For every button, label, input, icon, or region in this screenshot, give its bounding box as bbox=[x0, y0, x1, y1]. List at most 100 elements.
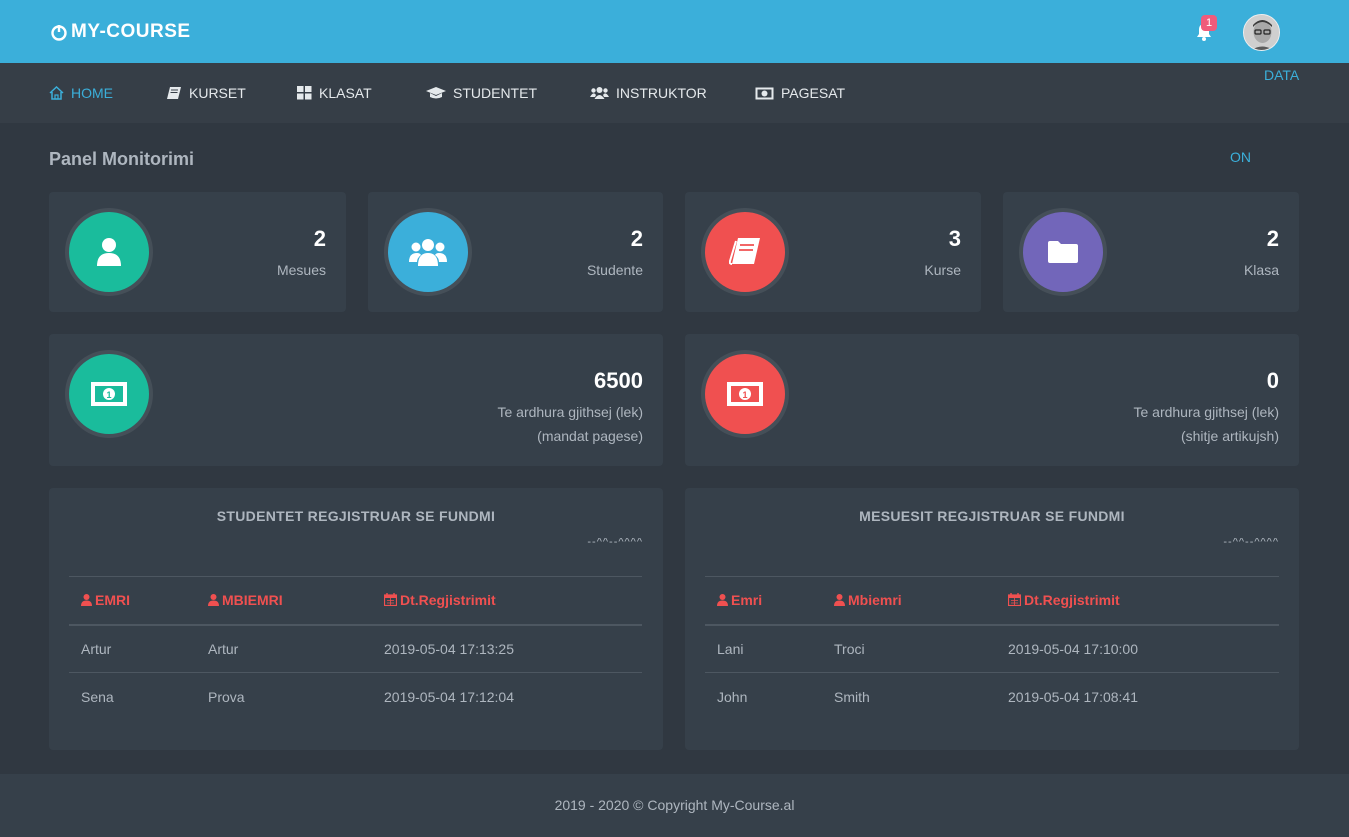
money-icon: 1 bbox=[727, 382, 763, 406]
nav-pagesat-label: PAGESAT bbox=[781, 85, 846, 101]
stat-value: 2 bbox=[630, 226, 643, 251]
notification-badge: 1 bbox=[1201, 15, 1217, 31]
nav-pagesat[interactable]: PAGESAT bbox=[755, 63, 845, 123]
stat-icon-circle bbox=[69, 212, 149, 292]
stat-card-mesues: 2 Mesues bbox=[49, 192, 346, 312]
column-header-emri[interactable]: EMRI bbox=[69, 576, 196, 626]
column-header-emri[interactable]: Emri bbox=[705, 576, 822, 626]
table-header-row: Emri Mbiemri Dt.Regjistrimit bbox=[705, 576, 1279, 626]
users-icon bbox=[409, 239, 447, 266]
income-card-shitje: 1 0 Te ardhura gjithsej (lek) (shitje ar… bbox=[685, 334, 1299, 466]
cell-emri: Artur bbox=[69, 624, 196, 673]
home-icon bbox=[49, 86, 64, 100]
sparkline: --^^--^^^^ bbox=[1223, 538, 1279, 548]
nav-kurset-label: KURSET bbox=[189, 85, 246, 101]
cell-emri: Sena bbox=[81, 688, 114, 705]
cell-mbiemri: Troci bbox=[822, 624, 996, 673]
brand-name: MY-COURSE bbox=[71, 21, 191, 42]
user-icon bbox=[97, 238, 121, 266]
income-label: Te ardhura gjithsej (lek) bbox=[497, 404, 643, 420]
users-icon bbox=[590, 87, 609, 99]
cell-mbiemri: Smith bbox=[834, 688, 870, 705]
recent-teachers-table: Emri Mbiemri Dt.Regjistrimit Lani Troci … bbox=[705, 576, 1279, 721]
folder-icon bbox=[1048, 241, 1078, 263]
sparkline: --^^--^^^^ bbox=[587, 538, 643, 548]
nav-instruktor[interactable]: INSTRUKTOR bbox=[590, 63, 707, 123]
table-row[interactable]: Lani Troci 2019-05-04 17:10:00 bbox=[705, 624, 1279, 673]
column-header-date[interactable]: Dt.Regjistrimit bbox=[996, 576, 1279, 626]
nav-home[interactable]: HOME bbox=[49, 63, 113, 123]
svg-text:1: 1 bbox=[742, 390, 747, 400]
user-icon bbox=[717, 594, 728, 607]
money-icon: 1 bbox=[91, 382, 127, 406]
top-bar: MY-COURSE 1 bbox=[0, 0, 1349, 63]
stat-icon-circle bbox=[705, 212, 785, 292]
recent-students-table: EMRI MBIEMRI Dt.Regjistrimit Artur Artur… bbox=[69, 576, 642, 721]
user-icon bbox=[208, 594, 219, 607]
stat-card-kurse: 3 Kurse bbox=[685, 192, 981, 312]
stat-card-studente: 2 Studente bbox=[368, 192, 663, 312]
cell-mbiemri: Artur bbox=[196, 624, 372, 673]
cell-date: 2019-05-04 17:10:00 bbox=[996, 624, 1279, 673]
column-header-mbiemri[interactable]: Mbiemri bbox=[822, 576, 996, 626]
table-row[interactable]: Sena Prova 2019-05-04 17:12:04 bbox=[69, 673, 642, 721]
book-icon bbox=[167, 87, 181, 99]
nav-klasat[interactable]: KLASAT bbox=[297, 63, 372, 123]
recent-teachers-title: MESUESIT REGJISTRUAR SE FUNDMI bbox=[859, 508, 1125, 524]
page-title: Panel Monitorimi bbox=[49, 149, 195, 169]
nav-studentet[interactable]: STUDENTET bbox=[426, 63, 537, 123]
column-header-mbiemri[interactable]: MBIEMRI bbox=[196, 576, 372, 626]
on-link[interactable]: ON bbox=[1230, 149, 1251, 165]
stat-label: Klasa bbox=[1243, 262, 1279, 278]
income-icon-circle: 1 bbox=[69, 354, 149, 434]
table-row[interactable]: Artur Artur 2019-05-04 17:13:25 bbox=[69, 624, 642, 673]
brand-logo[interactable]: MY-COURSE bbox=[49, 21, 191, 43]
table-row[interactable]: John Smith 2019-05-04 17:08:41 bbox=[705, 673, 1279, 721]
copyright-text: 2019 - 2020 © Copyright My-Course.al bbox=[554, 797, 795, 813]
stat-value: 2 bbox=[313, 226, 326, 251]
user-icon bbox=[81, 594, 92, 607]
grid-icon bbox=[297, 86, 312, 100]
nav-studentet-label: STUDENTET bbox=[453, 85, 537, 101]
income-label: Te ardhura gjithsej (lek) bbox=[1133, 404, 1279, 420]
recent-teachers-card: MESUESIT REGJISTRUAR SE FUNDMI --^^--^^^… bbox=[685, 488, 1299, 750]
avatar[interactable] bbox=[1243, 14, 1280, 51]
calendar-icon bbox=[1007, 593, 1022, 607]
main-navbar: HOME KURSET KLASAT STUDENTET INSTRUKTOR … bbox=[0, 63, 1349, 123]
stat-label: Kurse bbox=[924, 262, 961, 278]
data-link[interactable]: DATA bbox=[1264, 67, 1299, 83]
income-sublabel: (shitje artikujsh) bbox=[1180, 428, 1279, 444]
stat-value: 3 bbox=[948, 226, 961, 251]
calendar-icon bbox=[383, 593, 398, 607]
income-value: 0 bbox=[1266, 368, 1279, 393]
recent-students-title: STUDENTET REGJISTRUAR SE FUNDMI bbox=[216, 508, 496, 524]
cell-emri: John bbox=[717, 688, 748, 705]
cell-date: 2019-05-04 17:13:25 bbox=[372, 624, 642, 673]
stat-value: 2 bbox=[1266, 226, 1279, 251]
stat-icon-circle bbox=[388, 212, 468, 292]
cell-date: 2019-05-04 17:12:04 bbox=[384, 688, 514, 705]
income-value: 6500 bbox=[594, 368, 643, 393]
book-icon bbox=[729, 238, 760, 265]
cell-date: 2019-05-04 17:08:41 bbox=[1008, 688, 1138, 705]
nav-home-label: HOME bbox=[71, 85, 113, 101]
cell-mbiemri: Prova bbox=[208, 688, 245, 705]
cell-emri: Lani bbox=[705, 624, 822, 673]
stat-label: Studente bbox=[586, 262, 643, 278]
income-sublabel: (mandat pagese) bbox=[537, 428, 643, 444]
footer: 2019 - 2020 © Copyright My-Course.al bbox=[0, 774, 1349, 837]
svg-text:1: 1 bbox=[106, 390, 111, 400]
stat-card-klasa: 2 Klasa bbox=[1003, 192, 1299, 312]
graduation-cap-icon bbox=[426, 87, 446, 99]
nav-instruktor-label: INSTRUKTOR bbox=[616, 85, 707, 101]
income-icon-circle: 1 bbox=[705, 354, 785, 434]
column-header-date[interactable]: Dt.Regjistrimit bbox=[372, 576, 642, 626]
nav-klasat-label: KLASAT bbox=[319, 85, 372, 101]
power-icon bbox=[51, 25, 67, 41]
stat-icon-circle bbox=[1023, 212, 1103, 292]
money-icon bbox=[755, 87, 774, 99]
income-card-mandat: 1 6500 Te ardhura gjithsej (lek) (mandat… bbox=[49, 334, 663, 466]
stat-label: Mesues bbox=[276, 262, 326, 278]
nav-kurset[interactable]: KURSET bbox=[166, 63, 246, 123]
recent-students-card: STUDENTET REGJISTRUAR SE FUNDMI --^^--^^… bbox=[49, 488, 663, 750]
